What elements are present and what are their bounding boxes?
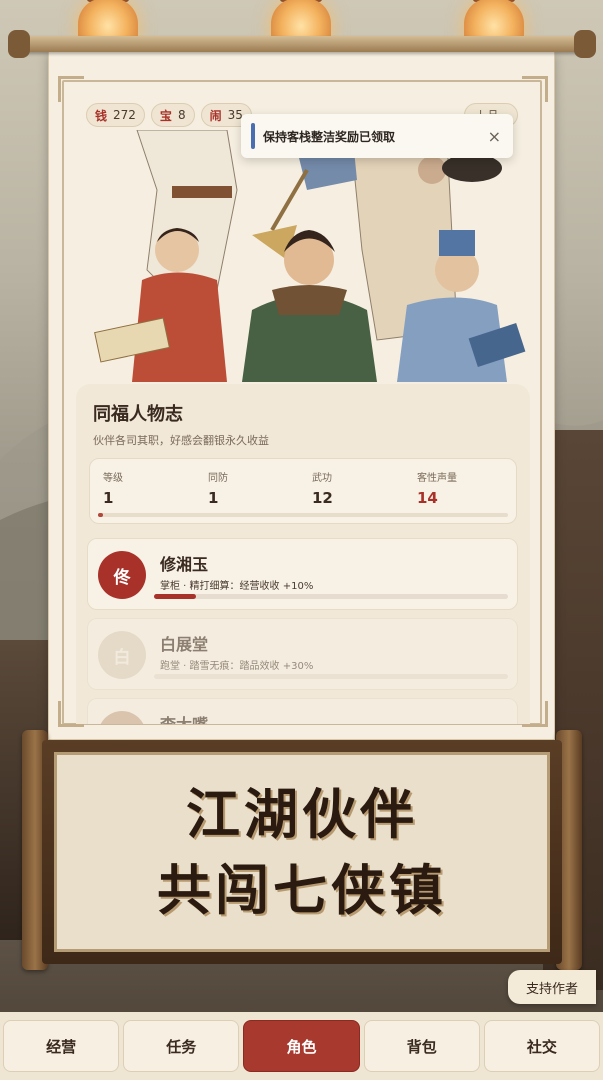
stat-martial: 武功 12 (312, 473, 333, 507)
toast-accent-bar (251, 123, 255, 149)
tab-bag[interactable]: 背包 (363, 1020, 480, 1072)
stat-level: 等级 1 (103, 473, 123, 507)
companion-desc: 掌柜 · 精打细算：经营收收 +10% (160, 581, 314, 592)
companion-item[interactable]: 白 白展堂 跑堂 · 踏雪无痕：踏品效收 +30% (87, 618, 518, 690)
banner-line-2: 共闯七侠镇 (157, 858, 447, 922)
avatar (98, 711, 146, 724)
companion-item[interactable]: 李大嘴 (87, 698, 518, 724)
banner-panel: 江湖伙伴 共闯七侠镇 (54, 752, 550, 952)
card-subtitle: 伙伴各司其职，好感会翻银永久收益 (93, 434, 269, 447)
affection-bar (154, 674, 508, 679)
tab-business[interactable]: 经营 (3, 1020, 120, 1072)
stats-panel: 等级 1 同防 1 武功 12 客性声量 14 (89, 458, 517, 524)
companion-item[interactable]: 佟 修湘玉 掌柜 · 精打细算：经营收收 +10% (87, 538, 518, 610)
banner-line-1: 江湖伙伴 (186, 782, 418, 846)
resource-bar: 钱 272 宝8 闹 35 (86, 103, 252, 127)
bottom-nav: 经营 任务 角色 背包 社交 (0, 1012, 603, 1080)
stat-reputation: 客性声量 14 (417, 473, 457, 507)
scroll-rod (8, 30, 596, 58)
promo-banner: 江湖伙伴 共闯七侠镇 (22, 730, 582, 970)
tab-social[interactable]: 社交 (483, 1020, 601, 1072)
companion-name: 白展堂 (160, 635, 209, 654)
stat-defense: 同防 1 (208, 473, 228, 507)
card-title: 同福人物志 (93, 404, 183, 425)
character-illustration (77, 130, 527, 382)
affection-fill (154, 594, 197, 599)
toast-message: 保持客栈整洁奖励已领取 (263, 129, 396, 144)
companion-name: 李大嘴 (160, 711, 208, 724)
stats-progress-fill (98, 513, 103, 517)
banner-board: 江湖伙伴 共闯七侠镇 (42, 740, 562, 964)
close-icon[interactable]: × (488, 127, 501, 146)
tab-characters[interactable]: 角色 (243, 1020, 360, 1072)
stats-progress-bar (98, 513, 508, 517)
frame-corner (522, 76, 548, 102)
affection-bar (154, 594, 508, 599)
avatar: 佟 (98, 551, 146, 599)
companion-desc: 跑堂 · 踏雪无痕：踏品效收 +30% (160, 661, 314, 672)
notification-toast: 保持客栈整洁奖励已领取 × (241, 114, 513, 158)
character-card: 同福人物志 伙伴各司其职，好感会翻银永久收益 等级 1 同防 1 武功 12 客… (76, 384, 530, 724)
resource-treasure: 宝8 (150, 103, 195, 127)
resource-money: 钱 272 (86, 103, 145, 127)
tab-tasks[interactable]: 任务 (123, 1020, 240, 1072)
companion-name: 修湘玉 (160, 555, 209, 574)
avatar: 白 (98, 631, 146, 679)
frame-corner (58, 76, 84, 102)
support-author-button[interactable]: 支持作者 (508, 970, 596, 1004)
